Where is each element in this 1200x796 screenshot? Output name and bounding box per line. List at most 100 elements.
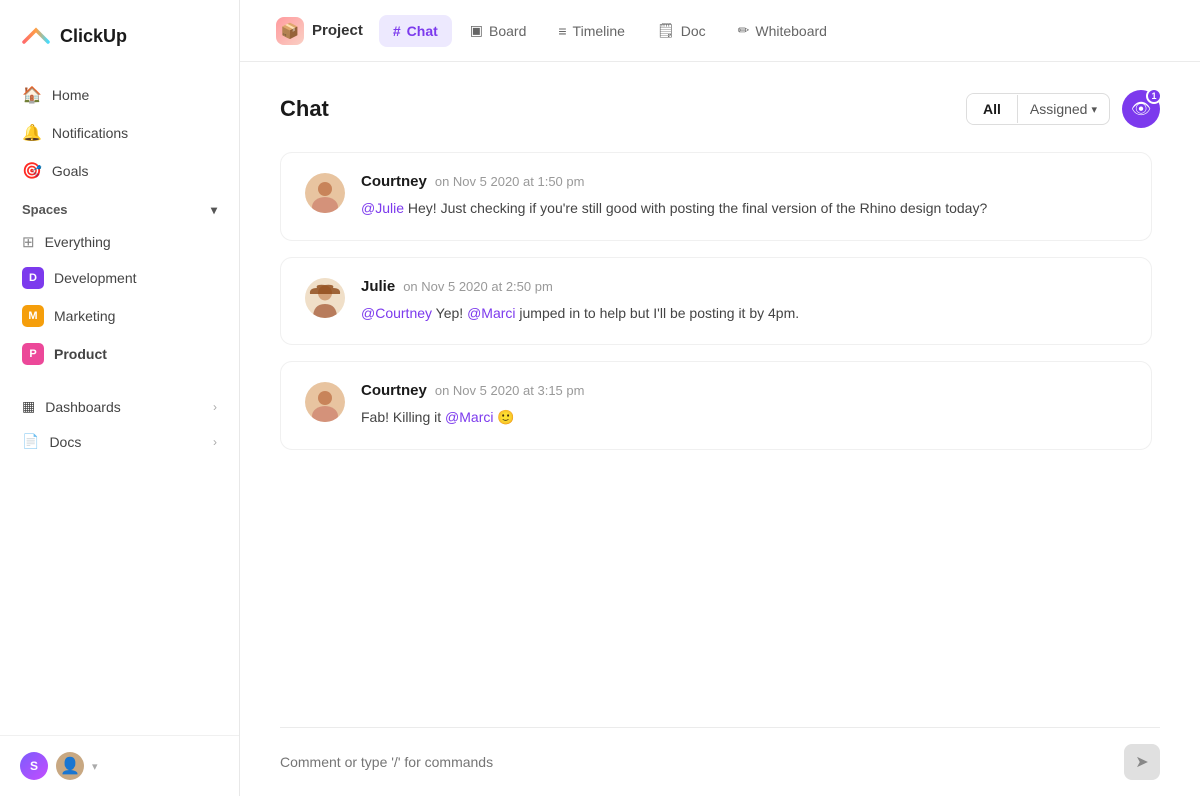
sidebar-item-development[interactable]: D Development — [12, 259, 227, 297]
sidebar-item-everything[interactable]: ⊞ Everything — [12, 225, 227, 259]
eye-button[interactable]: 👁 1 — [1122, 90, 1160, 128]
message-1-content: Hey! Just checking if you're still good … — [408, 200, 987, 216]
docs-icon: 📄 — [22, 433, 39, 450]
chevron-right-icon-docs: › — [213, 435, 217, 449]
board-icon: ▣ — [470, 22, 483, 39]
user-avatar-photo[interactable]: 👤 — [56, 752, 84, 780]
user-avatar-initial[interactable]: S — [20, 752, 48, 780]
filter-assigned-dropdown[interactable]: Assigned ▾ — [1018, 94, 1109, 124]
send-button[interactable]: ➤ — [1124, 744, 1160, 780]
sidebar-item-home-label: Home — [52, 87, 89, 103]
spaces-label: Spaces — [22, 202, 68, 217]
mention-julie[interactable]: @Julie — [361, 200, 404, 216]
message-2-avatar — [305, 278, 345, 318]
logo-text: ClickUp — [60, 26, 127, 47]
message-1-header: Courtney on Nov 5 2020 at 1:50 pm — [361, 173, 1127, 190]
message-3-body: Courtney on Nov 5 2020 at 3:15 pm Fab! K… — [361, 382, 1127, 429]
filter-assigned-label: Assigned — [1030, 101, 1088, 117]
sidebar-item-product[interactable]: P Product — [12, 335, 227, 373]
mention-marci-2[interactable]: @Marci — [445, 409, 493, 425]
message-3-time: on Nov 5 2020 at 3:15 pm — [435, 383, 585, 398]
tab-doc-label: Doc — [681, 23, 706, 39]
top-navigation: 📦 Project # Chat ▣ Board ≡ Timeline 🗒 Do… — [240, 0, 1200, 62]
message-1-body: Courtney on Nov 5 2020 at 1:50 pm @Julie… — [361, 173, 1127, 220]
filter-group: All Assigned ▾ — [966, 93, 1110, 125]
sidebar-item-development-label: Development — [54, 270, 137, 286]
message-2-time: on Nov 5 2020 at 2:50 pm — [403, 279, 553, 294]
message-3-header: Courtney on Nov 5 2020 at 3:15 pm — [361, 382, 1127, 399]
message-1-text: @Julie Hey! Just checking if you're stil… — [361, 198, 1127, 220]
chevron-right-icon: › — [213, 400, 217, 414]
message-2-header: Julie on Nov 5 2020 at 2:50 pm — [361, 278, 1127, 295]
send-icon: ➤ — [1135, 752, 1148, 772]
dashboards-icon: ▦ — [22, 398, 35, 415]
message-1: Courtney on Nov 5 2020 at 1:50 pm @Julie… — [280, 152, 1152, 241]
tab-board[interactable]: ▣ Board — [456, 14, 541, 47]
clickup-logo-icon — [20, 20, 52, 52]
messages-area: Courtney on Nov 5 2020 at 1:50 pm @Julie… — [280, 152, 1160, 727]
sidebar-item-dashboards[interactable]: ▦ Dashboards › — [12, 389, 227, 424]
chevron-down-icon: ▾ — [211, 203, 217, 217]
bell-icon: 🔔 — [22, 123, 42, 143]
tab-chat[interactable]: # Chat — [379, 15, 452, 47]
message-2-author: Julie — [361, 278, 395, 295]
grid-icon: ⊞ — [22, 233, 35, 251]
marketing-badge: M — [22, 305, 44, 327]
message-1-author: Courtney — [361, 173, 427, 190]
project-label-text: Project — [312, 22, 363, 39]
filter-all-button[interactable]: All — [967, 94, 1017, 124]
chevron-down-filter-icon: ▾ — [1091, 103, 1097, 116]
sidebar-item-notifications[interactable]: 🔔 Notifications — [12, 114, 227, 152]
message-2-text: @Courtney Yep! @Marci jumped in to help … — [361, 303, 1127, 325]
comment-input-area: ➤ — [280, 727, 1160, 796]
comment-input[interactable] — [280, 754, 1112, 770]
sidebar-item-docs[interactable]: 📄 Docs › — [12, 424, 227, 459]
logo: ClickUp — [0, 0, 239, 68]
message-1-avatar — [305, 173, 345, 213]
chat-content: Chat All Assigned ▾ 👁 1 — [240, 62, 1200, 796]
product-badge: P — [22, 343, 44, 365]
sidebar-item-product-label: Product — [54, 346, 107, 362]
chat-header-right: All Assigned ▾ 👁 1 — [966, 90, 1160, 128]
sidebar-navigation: 🏠 Home 🔔 Notifications 🎯 Goals Spaces ▾ … — [0, 68, 239, 735]
mention-courtney[interactable]: @Courtney — [361, 305, 432, 321]
project-icon: 📦 — [276, 17, 304, 45]
chevron-down-icon-footer: ▾ — [92, 760, 98, 773]
message-3-avatar — [305, 382, 345, 422]
message-1-time: on Nov 5 2020 at 1:50 pm — [435, 174, 585, 189]
development-badge: D — [22, 267, 44, 289]
tab-timeline-label: Timeline — [573, 23, 625, 39]
sidebar-item-goals[interactable]: 🎯 Goals — [12, 152, 227, 190]
message-3-emoji: 🙂 — [497, 409, 514, 425]
message-3-text: Fab! Killing it @Marci 🙂 — [361, 407, 1127, 429]
whiteboard-icon: ✏ — [738, 22, 750, 39]
home-icon: 🏠 — [22, 85, 42, 105]
tab-whiteboard[interactable]: ✏ Whiteboard — [724, 14, 841, 47]
tab-doc[interactable]: 🗒 Doc — [643, 14, 720, 47]
sidebar-item-goals-label: Goals — [52, 163, 89, 179]
message-2-body: Julie on Nov 5 2020 at 2:50 pm @Courtney… — [361, 278, 1127, 325]
chat-title: Chat — [280, 96, 329, 122]
spaces-header[interactable]: Spaces ▾ — [12, 190, 227, 225]
sidebar-item-marketing[interactable]: M Marketing — [12, 297, 227, 335]
message-3: Courtney on Nov 5 2020 at 3:15 pm Fab! K… — [280, 361, 1152, 450]
sidebar-item-home[interactable]: 🏠 Home — [12, 76, 227, 114]
eye-badge: 1 — [1146, 88, 1162, 104]
message-2: Julie on Nov 5 2020 at 2:50 pm @Courtney… — [280, 257, 1152, 346]
sidebar-item-notifications-label: Notifications — [52, 125, 128, 141]
mention-marci[interactable]: @Marci — [467, 305, 515, 321]
sidebar: ClickUp 🏠 Home 🔔 Notifications 🎯 Goals S… — [0, 0, 240, 796]
main-content: 📦 Project # Chat ▣ Board ≡ Timeline 🗒 Do… — [240, 0, 1200, 796]
doc-icon: 🗒 — [657, 22, 675, 39]
tab-timeline[interactable]: ≡ Timeline — [544, 15, 639, 47]
hash-icon: # — [393, 23, 401, 39]
message-3-content-a: Fab! Killing it — [361, 409, 445, 425]
sidebar-footer: S 👤 ▾ — [0, 735, 239, 796]
timeline-icon: ≡ — [558, 23, 566, 39]
tab-board-label: Board — [489, 23, 526, 39]
sidebar-item-dashboards-label: Dashboards — [45, 399, 121, 415]
chat-header: Chat All Assigned ▾ 👁 1 — [280, 90, 1160, 128]
project-label[interactable]: 📦 Project — [264, 11, 375, 51]
goals-icon: 🎯 — [22, 161, 42, 181]
tab-chat-label: Chat — [407, 23, 438, 39]
